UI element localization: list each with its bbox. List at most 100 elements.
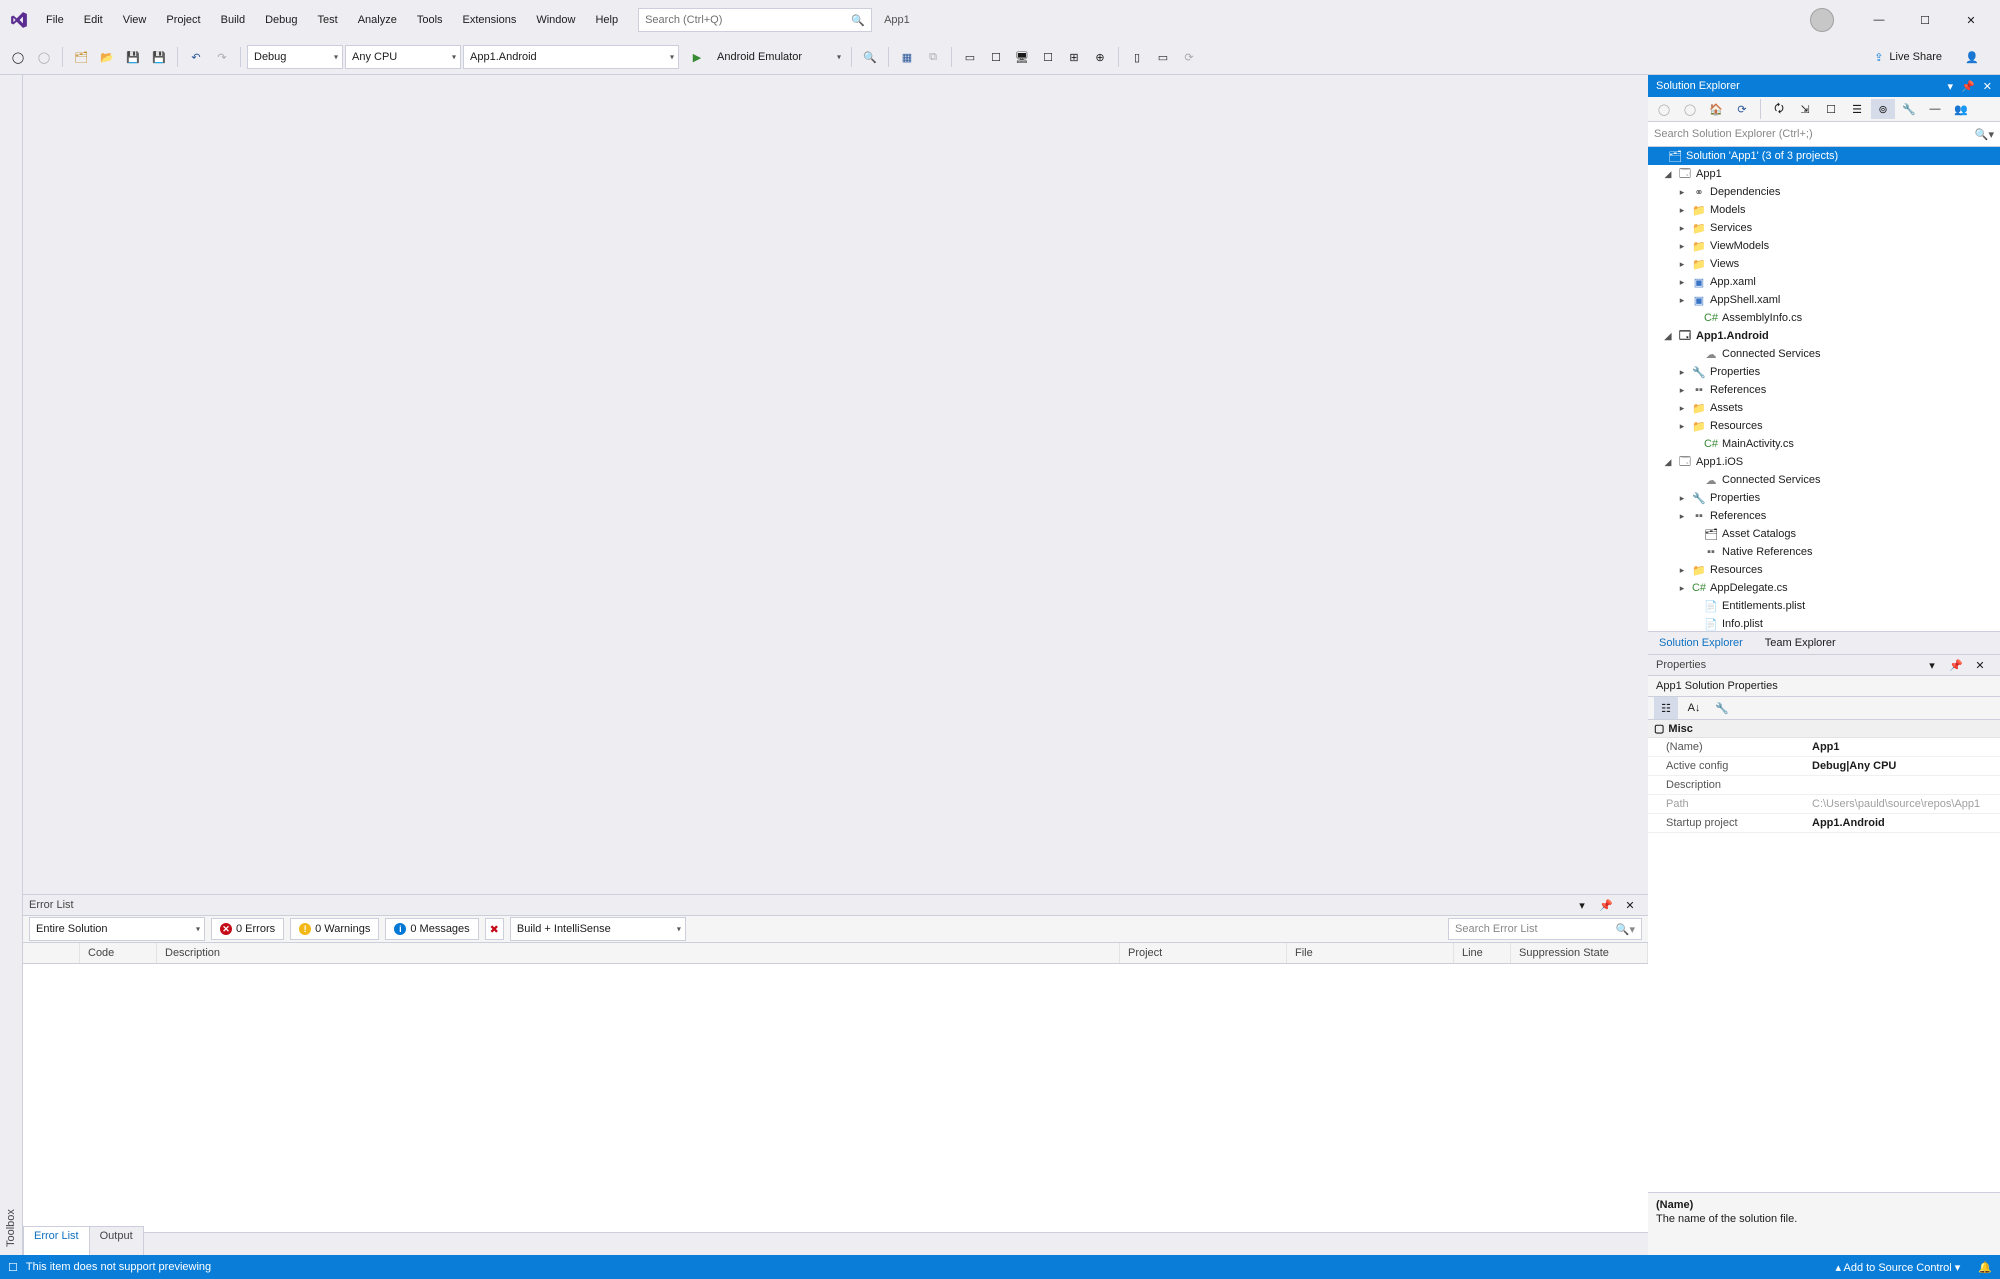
error-scope-combo[interactable]: Entire Solution▾ (29, 917, 205, 941)
prop-row-description[interactable]: Description (1648, 776, 2000, 795)
menu-analyze[interactable]: Analyze (348, 10, 407, 30)
startup-project-combo[interactable]: App1.Android▾ (463, 45, 679, 69)
orient-portrait-icon[interactable]: ▯ (1125, 46, 1149, 68)
solution-node[interactable]: 🗂Solution 'App1' (3 of 3 projects) (1648, 147, 2000, 165)
grid-button[interactable]: ▦ (895, 46, 919, 68)
feedback-button[interactable]: 👤 (1960, 46, 1984, 68)
debug-target-combo[interactable]: Android Emulator▾ (711, 46, 845, 68)
project-app1[interactable]: ◢🗔App1 (1648, 165, 2000, 183)
orient-landscape-icon[interactable]: ▭ (1151, 46, 1175, 68)
window-minimize-button[interactable]: — (1856, 5, 1902, 35)
project-app1-ios[interactable]: ◢🗔App1.iOS (1648, 453, 2000, 471)
panel-close-icon[interactable]: ✕ (1983, 80, 1992, 93)
prop-row-active-config[interactable]: Active configDebug|Any CPU (1648, 757, 2000, 776)
window-position-button[interactable]: ▾ (1570, 894, 1594, 916)
menu-build[interactable]: Build (211, 10, 255, 30)
menu-view[interactable]: View (113, 10, 157, 30)
node-viewmodels[interactable]: ▸📁ViewModels (1648, 237, 2000, 255)
solution-explorer-title[interactable]: Solution Explorer ▾ 📌 ✕ (1648, 75, 2000, 97)
start-debug-button[interactable]: ▶ (685, 46, 709, 68)
open-file-button[interactable]: 📂 (95, 46, 119, 68)
node-services[interactable]: ▸📁Services (1648, 219, 2000, 237)
prop-row-startup[interactable]: Startup projectApp1.Android (1648, 814, 2000, 833)
tab-team-explorer[interactable]: Team Explorer (1754, 633, 1847, 653)
node-resources-ios[interactable]: ▸📁Resources (1648, 561, 2000, 579)
menu-file[interactable]: File (36, 10, 74, 30)
se-view-code-button[interactable]: ⊚ (1871, 99, 1895, 119)
menu-tools[interactable]: Tools (407, 10, 453, 30)
node-connected-services-ios[interactable]: ☁Connected Services (1648, 471, 2000, 489)
save-button[interactable]: 💾 (121, 46, 145, 68)
node-appshell-xaml[interactable]: ▸▣AppShell.xaml (1648, 291, 2000, 309)
properties-subject[interactable]: App1 Solution Properties (1648, 676, 2000, 697)
nav-fwd-button[interactable]: ◯ (32, 46, 56, 68)
se-people-button[interactable]: 👥 (1949, 99, 1973, 119)
toolbox-tab[interactable]: Toolbox (3, 85, 19, 1255)
node-assemblyinfo[interactable]: C#AssemblyInfo.cs (1648, 309, 2000, 327)
undo-button[interactable]: ↶ (184, 46, 208, 68)
tab-output[interactable]: Output (89, 1226, 144, 1255)
node-native-refs[interactable]: ▪▪Native References (1648, 543, 2000, 561)
source-control-button[interactable]: ▴ Add to Source Control ▾ (1836, 1261, 1961, 1274)
solution-tree[interactable]: 🗂Solution 'App1' (3 of 3 projects) ◢🗔App… (1648, 147, 2000, 631)
warnings-filter-toggle[interactable]: !0 Warnings (290, 918, 379, 940)
solution-explorer-search[interactable]: Search Solution Explorer (Ctrl+;) 🔍▾ (1648, 122, 2000, 147)
menu-help[interactable]: Help (585, 10, 628, 30)
prop-categorized-button[interactable]: ☷ (1654, 697, 1678, 719)
menu-edit[interactable]: Edit (74, 10, 113, 30)
device-hub-icon[interactable]: ⊕ (1088, 46, 1112, 68)
live-share-button[interactable]: Live Share (1889, 51, 1942, 63)
node-dependencies[interactable]: ▸⚭Dependencies (1648, 183, 2000, 201)
node-app-xaml[interactable]: ▸▣App.xaml (1648, 273, 2000, 291)
clear-filters-button[interactable]: ✖ (485, 918, 504, 940)
menu-project[interactable]: Project (156, 10, 210, 30)
se-sync-button[interactable]: ⟳ (1730, 99, 1754, 119)
se-showall-button[interactable]: ☐ (1819, 99, 1843, 119)
node-properties-android[interactable]: ▸🔧Properties (1648, 363, 2000, 381)
node-resources-android[interactable]: ▸📁Resources (1648, 417, 2000, 435)
save-all-button[interactable]: 💾 (147, 46, 171, 68)
tab-error-list[interactable]: Error List (23, 1226, 90, 1255)
window-restore-button[interactable]: ☐ (1902, 5, 1948, 35)
find-in-files-button[interactable]: 🔍 (858, 46, 882, 68)
notifications-button[interactable]: 🔔 (1978, 1261, 1992, 1274)
node-references-ios[interactable]: ▸▪▪References (1648, 507, 2000, 525)
prop-category-misc[interactable]: ▢Misc (1648, 720, 2000, 738)
messages-filter-toggle[interactable]: i0 Messages (385, 918, 478, 940)
error-list-search[interactable]: Search Error List 🔍▾ (1448, 918, 1642, 940)
se-home-button[interactable]: 🏠 (1704, 99, 1728, 119)
se-fwd-button[interactable]: ◯ (1678, 99, 1702, 119)
menu-debug[interactable]: Debug (255, 10, 307, 30)
col-code[interactable]: Code (80, 943, 157, 963)
device-phone-icon[interactable]: ▭ (958, 46, 982, 68)
align-button[interactable]: ⧉ (921, 46, 945, 68)
se-properties-button[interactable]: 🔧 (1897, 99, 1921, 119)
se-collapse-button[interactable]: ⇲ (1793, 99, 1817, 119)
solution-config-combo[interactable]: Debug▾ (247, 45, 343, 69)
device-tablet-icon[interactable]: ☐ (984, 46, 1008, 68)
se-preview-button[interactable]: ☰ (1845, 99, 1869, 119)
se-back-button[interactable]: ◯ (1652, 99, 1676, 119)
node-asset-catalogs[interactable]: 🗂Asset Catalogs (1648, 525, 2000, 543)
menu-test[interactable]: Test (308, 10, 348, 30)
errors-filter-toggle[interactable]: ✕0 Errors (211, 918, 284, 940)
new-project-button[interactable]: 🗂 (69, 46, 93, 68)
col-file[interactable]: File (1287, 943, 1454, 963)
panel-pin-icon[interactable]: 📌 (1961, 80, 1975, 93)
panel-close-button[interactable]: ✕ (1618, 894, 1642, 916)
col-project[interactable]: Project (1120, 943, 1287, 963)
project-app1-android[interactable]: ◢🗔App1.Android (1648, 327, 2000, 345)
node-properties-ios[interactable]: ▸🔧Properties (1648, 489, 2000, 507)
device-desktop-icon[interactable]: 🖥 (1010, 46, 1034, 68)
account-avatar-icon[interactable] (1810, 8, 1834, 32)
prop-row-name[interactable]: (Name)App1 (1648, 738, 2000, 757)
panel-menu-icon[interactable]: ▾ (1948, 80, 1954, 93)
node-entitlements[interactable]: 📄Entitlements.plist (1648, 597, 2000, 615)
redo-button[interactable]: ↷ (210, 46, 234, 68)
quick-launch-search[interactable]: Search (Ctrl+Q) 🔍 (638, 8, 872, 32)
menu-window[interactable]: Window (526, 10, 585, 30)
panel-pin-button[interactable]: 📌 (1944, 654, 1968, 676)
se-refresh-button[interactable]: 🗘 (1767, 99, 1791, 119)
error-list-header[interactable]: Code Description Project File Line Suppr… (23, 943, 1648, 964)
node-references-android[interactable]: ▸▪▪References (1648, 381, 2000, 399)
